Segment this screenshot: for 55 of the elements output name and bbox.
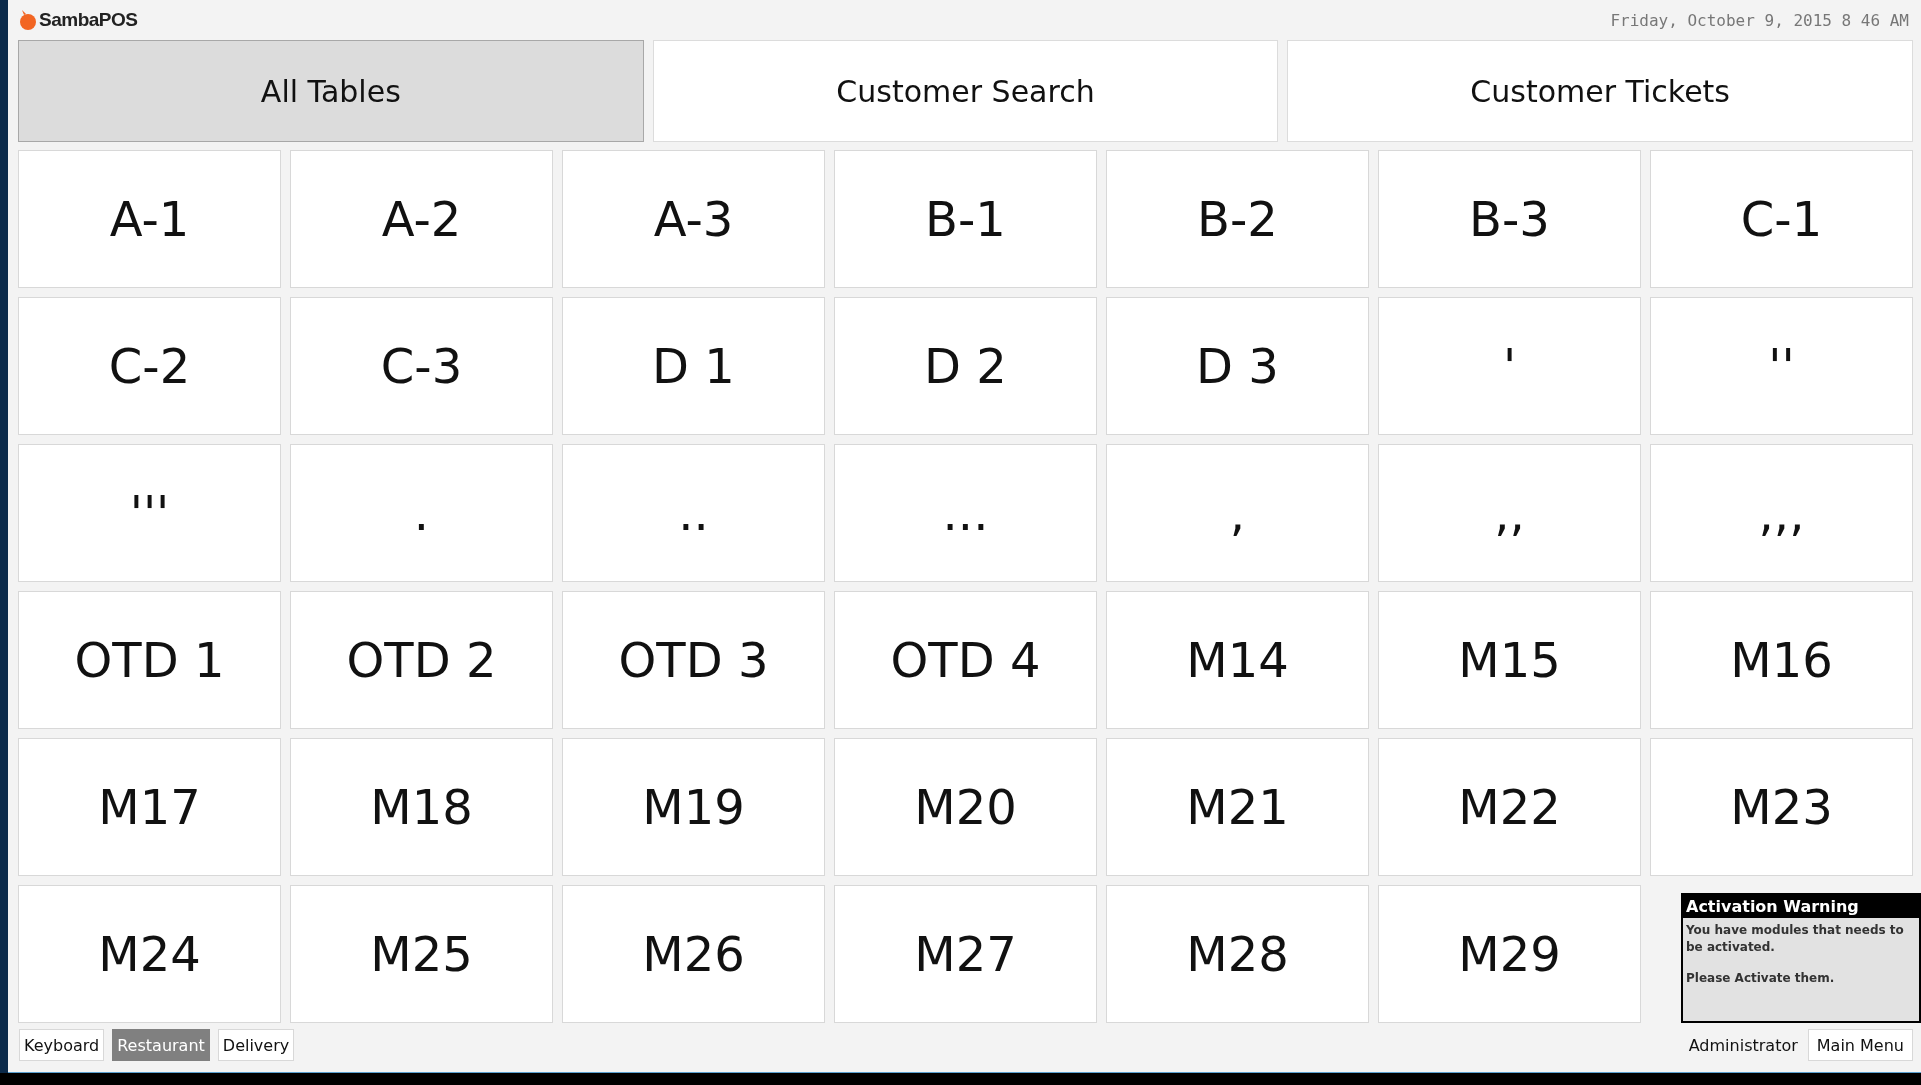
- warning-message: You have modules that needs to be activated.: [1685, 922, 1905, 956]
- table-button[interactable]: B-1: [834, 150, 1097, 288]
- table-button[interactable]: C-1: [1650, 150, 1913, 288]
- table-button[interactable]: ,,: [1378, 444, 1641, 582]
- table-button[interactable]: D 2: [834, 297, 1097, 435]
- table-button[interactable]: M20: [834, 738, 1097, 876]
- department-button[interactable]: Restaurant: [112, 1029, 210, 1061]
- table-button[interactable]: M16: [1650, 591, 1913, 729]
- table-button[interactable]: OTD 4: [834, 591, 1097, 729]
- department-button[interactable]: Delivery: [217, 1029, 295, 1061]
- table-button[interactable]: M21: [1106, 738, 1369, 876]
- table-button[interactable]: '': [1650, 297, 1913, 435]
- table-button[interactable]: D 3: [1106, 297, 1369, 435]
- date-time: Friday, October 9, 2015 8 46 AM: [1610, 10, 1909, 30]
- table-button[interactable]: M17: [18, 738, 281, 876]
- table-button[interactable]: M14: [1106, 591, 1369, 729]
- table-button[interactable]: A-1: [18, 150, 281, 288]
- table-button[interactable]: M23: [1650, 738, 1913, 876]
- table-button[interactable]: M19: [562, 738, 825, 876]
- table-button[interactable]: ...: [834, 444, 1097, 582]
- table-button[interactable]: ': [1378, 297, 1641, 435]
- table-button[interactable]: D 1: [562, 297, 825, 435]
- table-button[interactable]: M25: [290, 885, 553, 1023]
- table-button[interactable]: ..: [562, 444, 825, 582]
- table-button[interactable]: A-2: [290, 150, 553, 288]
- tab[interactable]: Customer Tickets: [1287, 40, 1913, 142]
- tab[interactable]: All Tables: [18, 40, 644, 142]
- table-button[interactable]: B-3: [1378, 150, 1641, 288]
- table-button[interactable]: C-3: [290, 297, 553, 435]
- table-button[interactable]: OTD 3: [562, 591, 825, 729]
- table-button[interactable]: .: [290, 444, 553, 582]
- table-button[interactable]: OTD 2: [290, 591, 553, 729]
- table-button[interactable]: M15: [1378, 591, 1641, 729]
- main-menu-button[interactable]: Main Menu: [1807, 1029, 1913, 1061]
- table-button[interactable]: OTD 1: [18, 591, 281, 729]
- table-button[interactable]: B-2: [1106, 150, 1369, 288]
- logo-icon: [18, 9, 38, 31]
- table-button[interactable]: M29: [1378, 885, 1641, 1023]
- table-button[interactable]: M28: [1106, 885, 1369, 1023]
- table-button[interactable]: M27: [834, 885, 1097, 1023]
- table-button[interactable]: M18: [290, 738, 553, 876]
- table-button[interactable]: C-2: [18, 297, 281, 435]
- tab[interactable]: Customer Search: [652, 40, 1279, 142]
- warning-note: Please Activate them.: [1685, 969, 1836, 987]
- warning-title: Activation Warning: [1683, 895, 1919, 918]
- table-button[interactable]: ''': [18, 444, 281, 582]
- table-button[interactable]: A-3: [562, 150, 825, 288]
- table-button[interactable]: M26: [562, 885, 825, 1023]
- user-name: Administrator: [1688, 1035, 1798, 1055]
- table-button[interactable]: M24: [18, 885, 281, 1023]
- table-button[interactable]: ,: [1106, 444, 1369, 582]
- table-button[interactable]: ,,,: [1650, 444, 1913, 582]
- department-button[interactable]: Keyboard: [19, 1029, 105, 1061]
- app-logo-text: SambaPOS: [39, 9, 138, 31]
- table-button[interactable]: M22: [1378, 738, 1641, 876]
